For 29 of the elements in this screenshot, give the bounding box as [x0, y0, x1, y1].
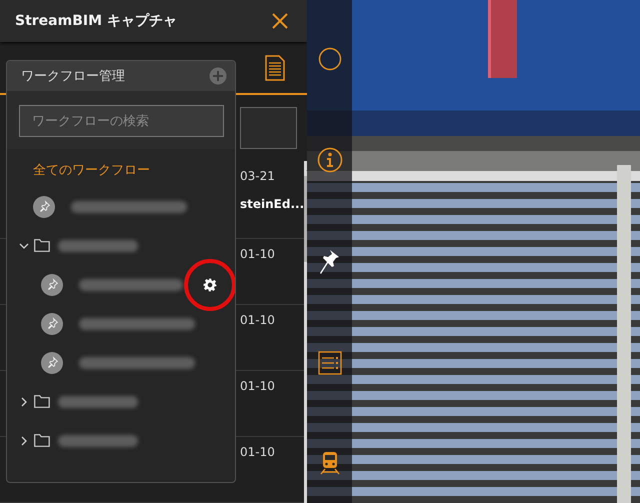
search-field[interactable] — [240, 107, 297, 149]
date-text: 01-10 — [240, 378, 275, 393]
pushpin-icon — [33, 196, 55, 218]
app-title: StreamBIM キャプチャ — [15, 12, 177, 30]
close-icon[interactable] — [271, 12, 289, 30]
folder-icon — [34, 434, 50, 447]
date-text: 03-21 — [240, 168, 275, 183]
train-icon[interactable] — [320, 451, 340, 475]
pushpin-icon[interactable] — [318, 249, 340, 275]
panel-title: ワークフロー管理 — [21, 68, 125, 85]
folder-icon — [34, 395, 50, 408]
all-workflows-item[interactable]: 全てのワークフロー — [7, 153, 150, 187]
date-text: 01-10 — [240, 444, 275, 459]
pushpin-icon — [41, 352, 63, 374]
circle-icon[interactable] — [318, 47, 342, 71]
folder-icon — [34, 239, 50, 252]
chevron-icon[interactable] — [19, 436, 29, 446]
date-text: 01-10 — [240, 246, 275, 261]
document-icon[interactable] — [265, 55, 285, 82]
pushpin-icon — [41, 312, 63, 334]
list-icon[interactable] — [318, 351, 342, 375]
chevron-icon[interactable] — [19, 396, 29, 406]
chevron-icon[interactable] — [19, 240, 29, 250]
info-icon[interactable] — [316, 147, 342, 173]
search-field[interactable]: ワークフローの検索 — [19, 105, 224, 137]
settings-icon[interactable] — [203, 278, 217, 292]
date-text: 01-10 — [240, 312, 275, 327]
item-subtitle: steinEd... — [240, 196, 304, 211]
pushpin-icon — [41, 274, 63, 296]
